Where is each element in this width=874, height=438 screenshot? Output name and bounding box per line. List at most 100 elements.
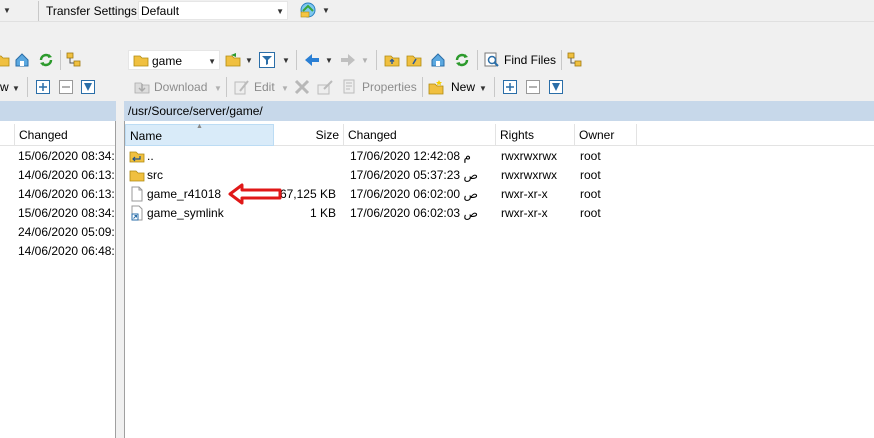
transfer-settings-select[interactable]: Default ▼ <box>138 1 288 20</box>
chevron-down-icon[interactable]: ▼ <box>245 56 253 65</box>
table-row[interactable]: game_symlink 1 KB 17/06/2020 06:02:03 ص rwx… <box>125 204 874 223</box>
annotation-arrow <box>228 183 282 205</box>
file-rights-cell: rwxrwxrwx <box>501 168 557 182</box>
chevron-down-icon: ▼ <box>214 84 222 93</box>
collapse-icon[interactable] <box>58 79 74 95</box>
owner-column-label: Owner <box>579 128 615 142</box>
refresh-icon[interactable] <box>38 52 54 68</box>
chevron-down-icon: ▼ <box>281 84 289 93</box>
file-rights-cell: rwxr-xr-x <box>501 187 548 201</box>
new-button[interactable]: New ▼ <box>428 76 490 96</box>
symlink-icon <box>129 205 145 221</box>
rename-icon[interactable] <box>317 79 333 95</box>
file-rights-cell: rwxr-xr-x <box>501 206 548 220</box>
folder-icon <box>133 52 149 68</box>
local-changed-cell: 14/06/2020 06:13:0 <box>18 187 116 201</box>
properties-button[interactable]: Properties <box>340 76 422 96</box>
select-filter-icon[interactable] <box>548 79 564 95</box>
changed-column-header[interactable]: Changed <box>344 124 496 146</box>
table-row[interactable]: .. 17/06/2020 12:42:08 م rwxrwxrwx root <box>125 147 874 166</box>
local-view-label[interactable]: w <box>0 80 9 94</box>
remote-file-list: .. 17/06/2020 12:42:08 م rwxrwxrwx root src 1… <box>125 147 874 267</box>
table-row[interactable]: 15/06/2020 08:34:5 <box>0 147 116 166</box>
chevron-down-icon[interactable]: ▼ <box>3 6 11 15</box>
transfer-settings-icon[interactable] <box>300 2 316 18</box>
file-owner-cell: root <box>580 168 601 182</box>
file-name-cell: game_symlink <box>147 206 224 220</box>
file-changed-cell: 17/06/2020 12:42:08 م <box>350 149 471 163</box>
remote-column-header: ▲ Name Size Changed Rights Owner <box>125 123 874 146</box>
remote-folder-value: game <box>152 54 183 68</box>
download-label: Download <box>154 80 208 94</box>
local-changed-cell: 15/06/2020 08:34:5 <box>18 149 116 163</box>
file-owner-cell: root <box>580 149 601 163</box>
file-icon <box>129 186 145 202</box>
chevron-down-icon[interactable]: ▼ <box>12 84 20 93</box>
chevron-down-icon[interactable]: ▼ <box>322 6 330 15</box>
table-row[interactable]: 24/06/2020 05:09:5 <box>0 223 115 242</box>
expand-icon[interactable] <box>502 79 518 95</box>
download-icon <box>134 79 150 95</box>
chevron-down-icon: ▼ <box>276 7 284 16</box>
rights-column-header[interactable]: Rights <box>496 124 575 146</box>
file-rights-cell: rwxrwxrwx <box>501 149 557 163</box>
parent-directory-icon[interactable] <box>384 52 400 68</box>
folder-icon[interactable] <box>0 52 10 68</box>
find-files-icon <box>484 52 500 68</box>
name-column-header[interactable]: ▲ Name <box>125 123 274 146</box>
file-owner-cell: root <box>580 206 601 220</box>
owner-column-header[interactable]: Owner <box>575 124 637 146</box>
properties-icon <box>342 79 358 95</box>
filter-icon[interactable] <box>259 52 275 68</box>
file-changed-cell: 17/06/2020 06:02:00 ص <box>350 187 478 201</box>
back-icon[interactable] <box>304 52 320 68</box>
home-icon[interactable] <box>14 52 30 68</box>
expand-icon[interactable] <box>35 79 51 95</box>
table-row[interactable]: 15/06/2020 08:34:5 <box>0 204 116 223</box>
remote-folder-select[interactable]: game ▼ <box>128 50 220 70</box>
local-changed-header[interactable]: Changed <box>14 124 115 146</box>
collapse-icon[interactable] <box>525 79 541 95</box>
delete-icon[interactable] <box>294 79 310 95</box>
find-files-button[interactable]: Find Files <box>482 50 560 70</box>
properties-label: Properties <box>362 80 417 94</box>
transfer-settings-value: Default <box>141 4 180 18</box>
home-icon[interactable] <box>430 52 446 68</box>
remote-path-bar: /usr/Source/server/game/ <box>124 101 874 121</box>
edit-button[interactable]: Edit ▼ <box>232 76 290 96</box>
remote-file-panel: ▲ Name Size Changed Rights Owner .. 17/06… <box>124 121 874 438</box>
local-changed-cell: 14/06/2020 06:13:0 <box>18 168 116 182</box>
root-directory-icon[interactable] <box>406 52 422 68</box>
file-changed-cell: 17/06/2020 05:37:23 ص <box>350 168 478 182</box>
open-folder-icon[interactable] <box>225 52 241 68</box>
refresh-icon[interactable] <box>454 52 470 68</box>
rights-column-label: Rights <box>500 128 535 142</box>
local-changed-cell: 15/06/2020 08:34:5 <box>18 206 116 220</box>
folder-icon <box>129 167 145 183</box>
select-filter-icon[interactable] <box>80 79 96 95</box>
chevron-down-icon: ▼ <box>479 84 487 93</box>
size-column-header[interactable]: Size <box>274 124 344 146</box>
size-column-label: Size <box>315 128 339 142</box>
panel-splitter[interactable] <box>116 101 124 438</box>
action-toolbar: w ▼ Download ▼ Edit ▼ Properties New ▼ <box>0 76 874 98</box>
local-changed-header-label: Changed <box>19 128 68 142</box>
tree-icon[interactable] <box>567 52 583 68</box>
table-row[interactable]: 14/06/2020 06:48:4 <box>0 242 116 261</box>
local-file-list: 15/06/2020 08:34:5 14/06/2020 06:13:0 14/0… <box>0 147 116 347</box>
table-row[interactable]: 14/06/2020 06:13:0 <box>0 166 116 185</box>
file-owner-cell: root <box>580 187 601 201</box>
chevron-down-icon: ▼ <box>208 57 216 66</box>
new-folder-icon <box>428 79 444 95</box>
chevron-down-icon[interactable]: ▼ <box>325 56 333 65</box>
changed-column-label: Changed <box>348 128 397 142</box>
download-button[interactable]: Download ▼ <box>132 76 224 96</box>
find-files-label: Find Files <box>504 53 557 67</box>
local-column-header: Changed <box>0 124 115 146</box>
local-changed-cell: 14/06/2020 06:48:4 <box>18 244 116 258</box>
tree-icon[interactable] <box>66 52 82 68</box>
table-row[interactable]: 14/06/2020 06:13:0 <box>0 185 116 204</box>
file-changed-cell: 17/06/2020 06:02:03 ص <box>350 206 478 220</box>
edit-icon <box>234 79 250 95</box>
chevron-down-icon[interactable]: ▼ <box>282 56 290 65</box>
